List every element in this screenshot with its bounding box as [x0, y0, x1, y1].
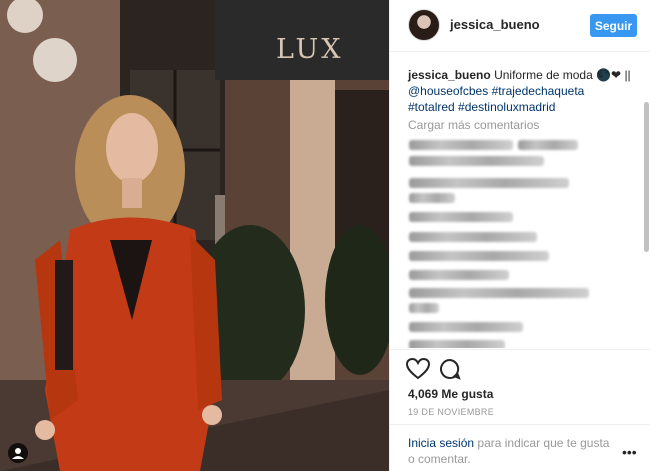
heart-icon[interactable]	[405, 357, 431, 380]
blurred-comment	[409, 156, 544, 166]
caption-hashtag[interactable]: #trajedechaqueta	[492, 84, 585, 98]
comment-icon[interactable]	[439, 358, 461, 380]
header-username[interactable]: jessica_bueno	[450, 17, 540, 32]
caption-text: Uniforme de moda 🌑❤ ||	[494, 68, 631, 82]
blurred-comment	[409, 212, 513, 222]
blurred-comment	[409, 232, 537, 242]
avatar[interactable]	[408, 9, 440, 41]
blurred-comment	[409, 251, 549, 261]
caption-author[interactable]: jessica_bueno	[408, 68, 491, 82]
caption-hashtag[interactable]: #totalred	[408, 100, 455, 114]
post-photo[interactable]: LUX	[0, 0, 389, 471]
post-date[interactable]: 19 DE NOVIEMBRE	[408, 407, 494, 417]
login-text: Inicia sesión para indicar que te gusta …	[408, 435, 613, 467]
post-side-panel: jessica_bueno Seguir jessica_bueno Unifo…	[389, 0, 650, 471]
post-actions: 4,069 Me gusta 19 DE NOVIEMBRE Inicia se…	[390, 349, 650, 471]
login-link[interactable]: Inicia sesión	[408, 436, 474, 450]
login-prompt: Inicia sesión para indicar que te gusta …	[390, 424, 650, 471]
blurred-comment	[409, 303, 439, 313]
blurred-comment	[409, 288, 589, 298]
blurred-comment	[409, 178, 569, 188]
blurred-comment	[409, 322, 523, 332]
caption-mention[interactable]: @houseofcbes	[408, 84, 488, 98]
blurred-comment	[409, 340, 505, 348]
blurred-comment	[518, 140, 578, 150]
post-caption: jessica_bueno Uniforme de moda 🌑❤ || @ho…	[408, 67, 633, 115]
lux-sign: LUX	[276, 34, 344, 65]
caption-hashtag[interactable]: #destinoluxmadrid	[458, 100, 555, 114]
load-more-comments[interactable]: Cargar más comentarios	[408, 118, 539, 132]
user-tag-icon[interactable]	[8, 443, 28, 463]
comments-section: jessica_bueno Uniforme de moda 🌑❤ || @ho…	[390, 52, 650, 348]
blurred-comment	[409, 270, 509, 280]
blurred-comment	[409, 193, 455, 203]
more-options-icon[interactable]: •••	[622, 445, 638, 459]
follow-button[interactable]: Seguir	[590, 14, 637, 37]
blurred-comment	[409, 140, 513, 150]
post-header: jessica_bueno Seguir	[390, 0, 650, 52]
comments-scrollbar[interactable]	[644, 102, 649, 252]
like-count[interactable]: 4,069 Me gusta	[408, 387, 493, 401]
